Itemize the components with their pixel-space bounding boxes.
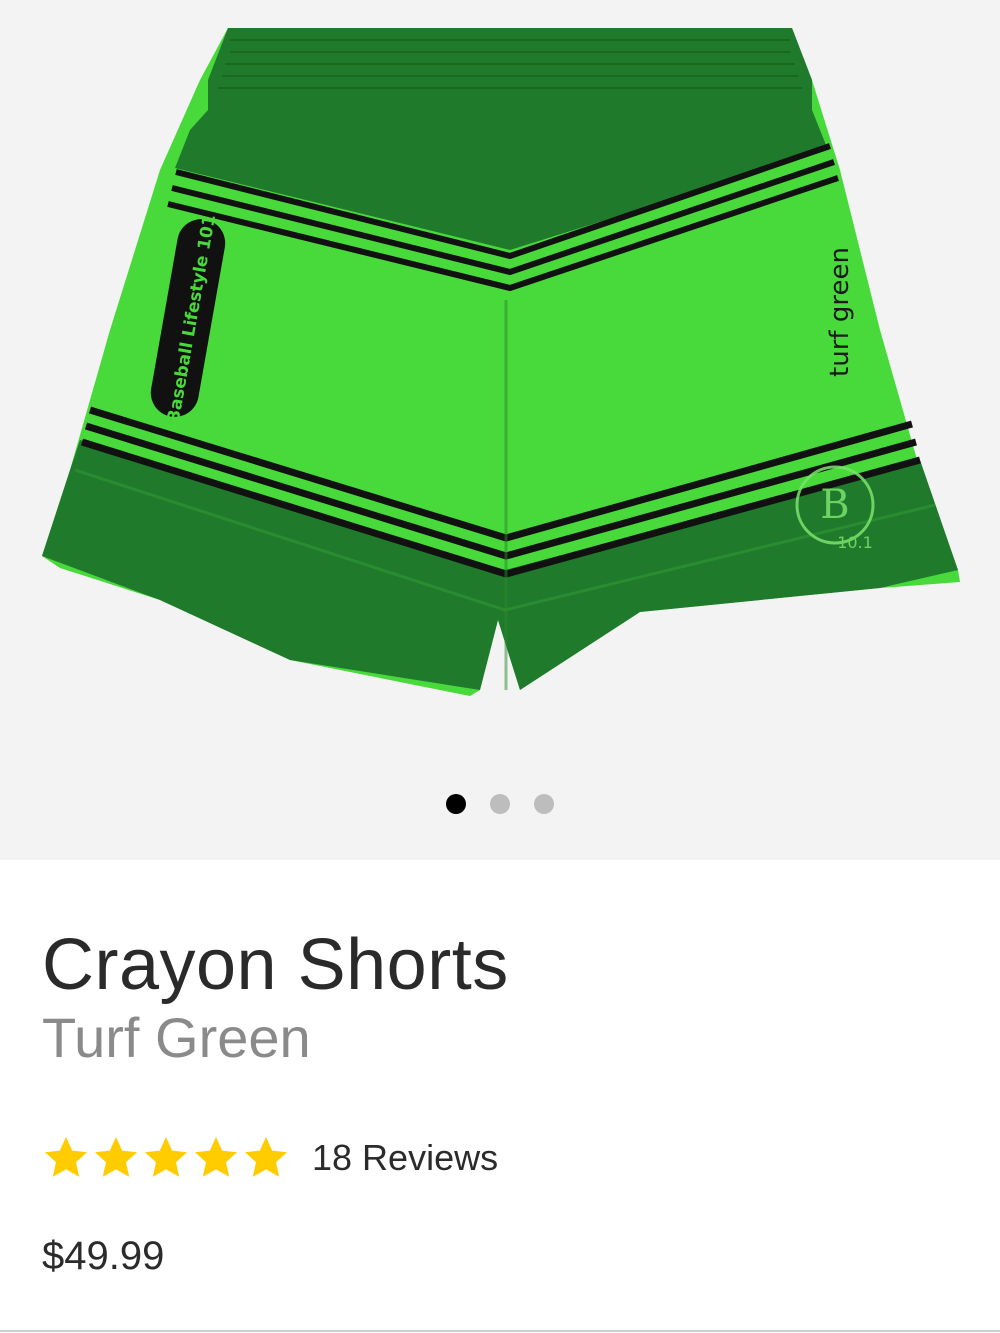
star-icon (195, 1137, 237, 1177)
product-gallery[interactable]: Baseball Lifestyle 101 turf green B 10.1 (0, 0, 1000, 860)
carousel-dots (0, 794, 1000, 814)
svg-text:turf green: turf green (825, 247, 855, 377)
svg-text:B: B (820, 482, 849, 528)
reviews-link[interactable]: 18 Reviews (312, 1137, 498, 1179)
product-info: Crayon Shorts Turf Green 18 Reviews $49.… (0, 860, 1000, 1279)
divider (0, 1330, 1000, 1332)
carousel-dot-3[interactable] (534, 794, 554, 814)
star-icon (95, 1137, 137, 1177)
rating-row: 18 Reviews (42, 1134, 958, 1182)
star-rating[interactable] (42, 1134, 290, 1182)
product-color-name: Turf Green (42, 1006, 311, 1069)
carousel-dot-2[interactable] (490, 794, 510, 814)
star-icon (245, 1137, 287, 1177)
product-price: $49.99 (42, 1234, 165, 1278)
carousel-dot-1[interactable] (446, 794, 466, 814)
star-icon (45, 1137, 87, 1177)
leg-label: turf green (825, 247, 855, 377)
star-icon (145, 1137, 187, 1177)
svg-text:10.1: 10.1 (837, 533, 873, 552)
product-title: Crayon Shorts (42, 925, 509, 1005)
product-image: Baseball Lifestyle 101 turf green B 10.1 (42, 28, 960, 696)
